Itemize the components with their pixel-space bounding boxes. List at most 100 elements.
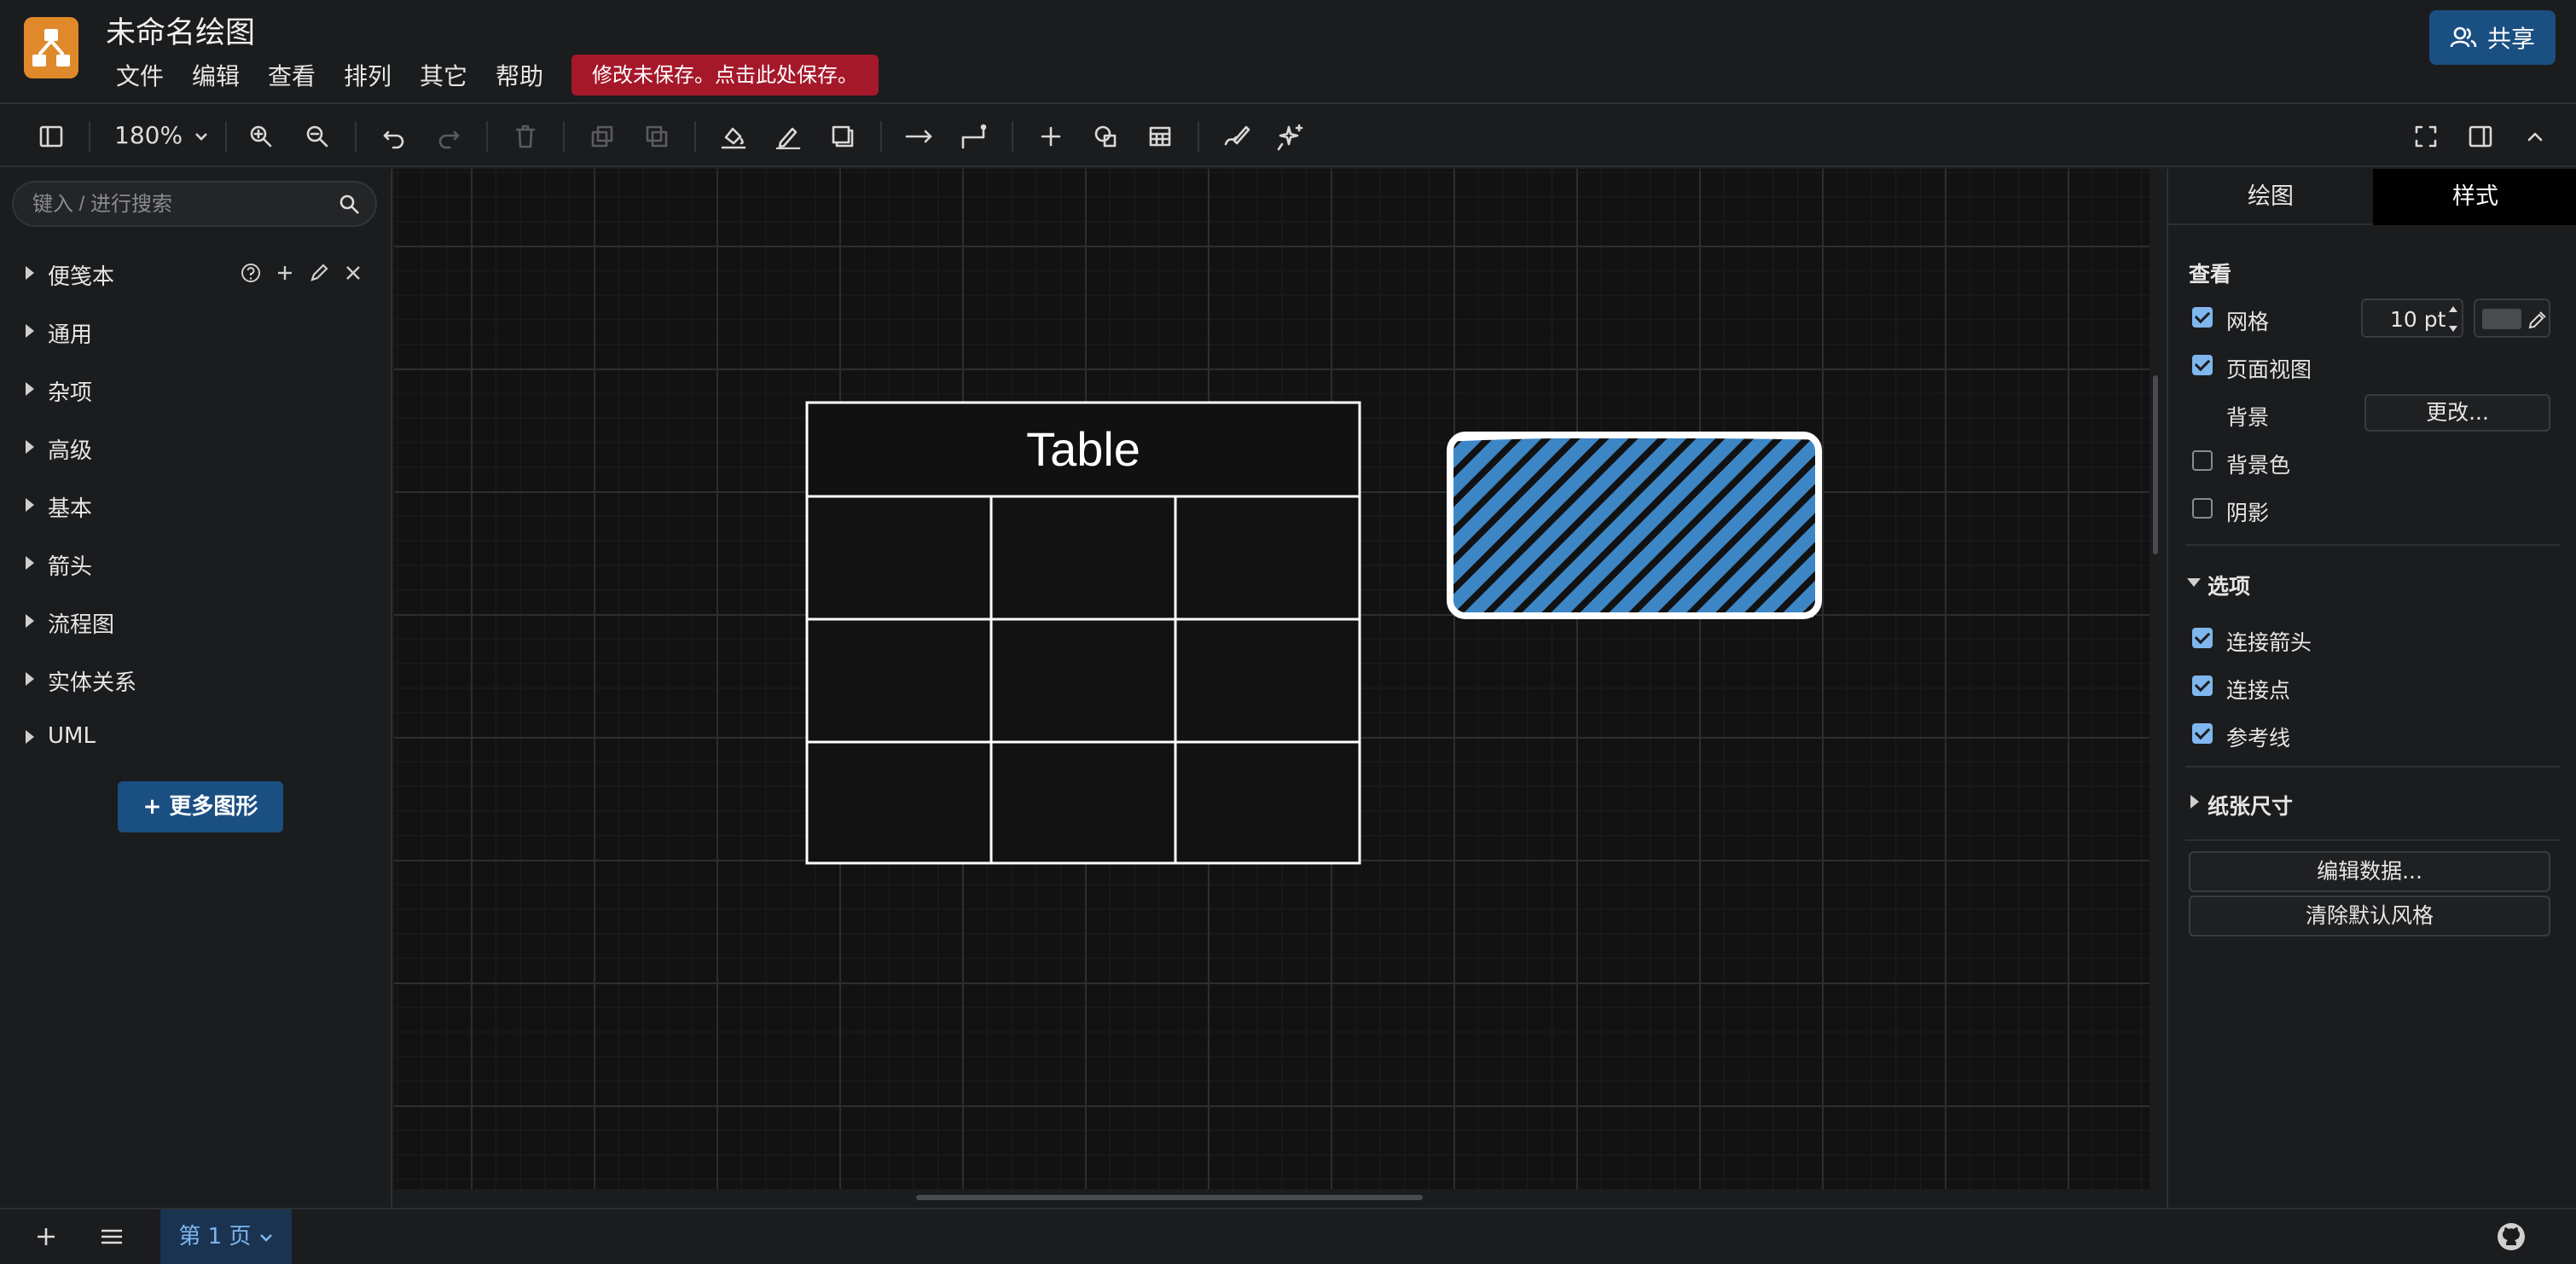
horizontal-scrollbar[interactable] bbox=[916, 1195, 1423, 1200]
stepper-arrows-icon[interactable] bbox=[2446, 302, 2460, 336]
more-shapes-button[interactable]: + 更多图形 bbox=[118, 781, 283, 832]
waypoints-icon[interactable] bbox=[957, 119, 991, 154]
format-panel-toggle-icon[interactable] bbox=[34, 119, 68, 154]
table-title[interactable]: Table bbox=[1026, 422, 1140, 476]
library-entity-relation[interactable]: 实体关系 bbox=[0, 653, 392, 704]
library-general[interactable]: 通用 bbox=[0, 305, 392, 357]
zoom-out-icon[interactable] bbox=[300, 119, 334, 154]
grid-size-stepper[interactable]: 10 pt bbox=[2361, 299, 2463, 338]
tab-diagram[interactable]: 绘图 bbox=[2168, 169, 2373, 225]
menu-edit[interactable]: 编辑 bbox=[192, 58, 240, 92]
redo-icon[interactable] bbox=[432, 119, 466, 154]
menu-arrange[interactable]: 排列 bbox=[344, 58, 392, 92]
library-arrows[interactable]: 箭头 bbox=[0, 537, 392, 589]
toolbar: 180% bbox=[0, 106, 2576, 167]
document-title[interactable]: 未命名绘图 bbox=[106, 9, 255, 52]
tab-style[interactable]: 样式 bbox=[2373, 169, 2576, 225]
sidebar-toggle-icon[interactable] bbox=[2463, 119, 2498, 154]
help-icon[interactable] bbox=[239, 261, 263, 285]
page-tab-1[interactable]: 第 1 页 bbox=[160, 1209, 292, 1264]
change-background-button[interactable]: 更改... bbox=[2364, 394, 2550, 432]
freehand-icon[interactable] bbox=[1220, 119, 1254, 154]
fullscreen-icon[interactable] bbox=[2409, 119, 2443, 154]
library-label: 高级 bbox=[48, 438, 93, 464]
library-label: 流程图 bbox=[48, 612, 115, 638]
collapse-arrow-icon bbox=[2187, 578, 2201, 587]
fill-color-icon[interactable] bbox=[717, 119, 751, 154]
library-label: 便笺本 bbox=[48, 264, 115, 290]
connection-points-label: 连接点 bbox=[2226, 678, 2291, 703]
shadow-checkbox[interactable] bbox=[2192, 498, 2213, 519]
shadow-icon[interactable] bbox=[826, 119, 860, 154]
hatched-rectangle-shape[interactable] bbox=[1443, 428, 1825, 623]
canvas-right-gutter bbox=[2150, 169, 2167, 1189]
background-label: 背景 bbox=[2226, 405, 2270, 430]
connection-arrow-icon[interactable] bbox=[902, 119, 937, 154]
menu-view[interactable]: 查看 bbox=[268, 58, 316, 92]
library-uml[interactable]: UML bbox=[0, 711, 392, 762]
search-icon[interactable] bbox=[338, 193, 362, 217]
connection-arrows-checkbox[interactable] bbox=[2192, 628, 2213, 648]
library-basic[interactable]: 基本 bbox=[0, 479, 392, 531]
guides-checkbox[interactable] bbox=[2192, 723, 2213, 744]
zoom-in-icon[interactable] bbox=[244, 119, 278, 154]
grid-label: 网格 bbox=[2226, 310, 2270, 334]
line-color-icon[interactable] bbox=[771, 119, 805, 154]
delete-icon[interactable] bbox=[508, 119, 542, 154]
library-label: 通用 bbox=[48, 322, 93, 348]
add-page-icon[interactable] bbox=[34, 1225, 58, 1249]
divider bbox=[2185, 839, 2561, 841]
add-icon[interactable] bbox=[273, 261, 297, 285]
undo-icon[interactable] bbox=[377, 119, 411, 154]
options-section-title: 选项 bbox=[2208, 574, 2251, 599]
page-view-checkbox[interactable] bbox=[2192, 355, 2213, 375]
expand-arrow-icon bbox=[26, 382, 34, 396]
github-icon[interactable] bbox=[2496, 1221, 2527, 1252]
insert-plus-icon[interactable] bbox=[1034, 119, 1068, 154]
expand-arrow-icon bbox=[26, 672, 34, 686]
shape-search-input[interactable] bbox=[31, 189, 324, 220]
grid-color-swatch bbox=[2482, 309, 2521, 329]
chevron-down-icon bbox=[194, 131, 209, 142]
to-front-icon[interactable] bbox=[585, 119, 619, 154]
grid-checkbox[interactable] bbox=[2192, 307, 2213, 328]
library-label: 杂项 bbox=[48, 380, 93, 406]
eyedropper-icon[interactable] bbox=[2527, 307, 2547, 331]
vertical-scrollbar[interactable] bbox=[2153, 375, 2158, 554]
shape-library-sidebar: 便笺本 通用 杂项 高级 基本 箭头 流程图 实体关系 bbox=[0, 169, 392, 1208]
share-button[interactable]: 共享 bbox=[2429, 10, 2556, 65]
expand-arrow-icon bbox=[26, 324, 34, 338]
clear-default-style-button[interactable]: 清除默认风格 bbox=[2189, 896, 2550, 936]
library-label: UML bbox=[48, 723, 96, 749]
library-flowchart[interactable]: 流程图 bbox=[0, 595, 392, 646]
expand-arrow-icon bbox=[26, 266, 34, 280]
menu-help[interactable]: 帮助 bbox=[496, 58, 543, 92]
ai-sparkle-icon[interactable] bbox=[1274, 119, 1308, 154]
pages-menu-icon[interactable] bbox=[99, 1225, 125, 1249]
background-color-checkbox[interactable] bbox=[2192, 450, 2213, 471]
grid-size-value: 10 pt bbox=[2390, 307, 2446, 332]
unsaved-changes-button[interactable]: 修改未保存。点击此处保存。 bbox=[571, 55, 879, 96]
table-icon[interactable] bbox=[1143, 119, 1177, 154]
connection-points-checkbox[interactable] bbox=[2192, 675, 2213, 696]
chevron-down-icon[interactable] bbox=[258, 1232, 274, 1243]
close-icon[interactable] bbox=[341, 261, 365, 285]
edit-pencil-icon[interactable] bbox=[307, 261, 331, 285]
expand-arrow-icon bbox=[26, 440, 34, 454]
library-scratchpad[interactable]: 便笺本 bbox=[0, 247, 392, 299]
library-advanced[interactable]: 高级 bbox=[0, 421, 392, 473]
table-shape[interactable]: Table bbox=[805, 401, 1361, 865]
shape-search-box bbox=[12, 181, 377, 227]
edit-data-button[interactable]: 编辑数据... bbox=[2189, 851, 2550, 892]
page-view-label: 页面视图 bbox=[2226, 357, 2312, 382]
expand-arrow-icon bbox=[26, 556, 34, 570]
collapse-chevron-up-icon[interactable] bbox=[2518, 119, 2552, 154]
menu-file[interactable]: 文件 bbox=[116, 58, 164, 92]
zoom-dropdown[interactable]: 180% bbox=[114, 121, 209, 149]
shapes-icon[interactable] bbox=[1088, 119, 1123, 154]
to-back-icon[interactable] bbox=[640, 119, 674, 154]
menu-extras[interactable]: 其它 bbox=[420, 58, 467, 92]
header: 未命名绘图 文件 编辑 查看 排列 其它 帮助 修改未保存。点击此处保存。 共享 bbox=[0, 0, 2576, 104]
grid-color-picker[interactable] bbox=[2474, 299, 2550, 338]
library-misc[interactable]: 杂项 bbox=[0, 363, 392, 415]
